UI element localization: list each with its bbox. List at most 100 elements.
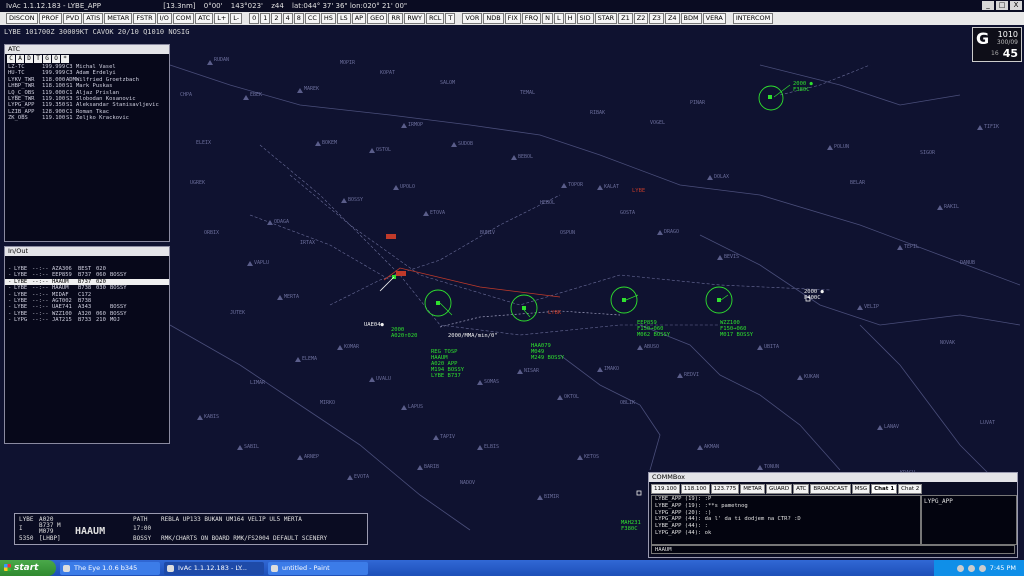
- toolbar-button[interactable]: 2: [271, 13, 282, 24]
- toolbar-button[interactable]: L: [554, 13, 564, 24]
- toolbar-button[interactable]: VOR: [462, 13, 483, 24]
- toolbar-button[interactable]: Z1: [618, 13, 633, 24]
- toolbar-button[interactable]: SID: [576, 13, 594, 24]
- atc-filter[interactable]: T: [34, 55, 42, 63]
- aircraft-label[interactable]: HAA079 M049 M249 BOSSY: [531, 343, 564, 361]
- inout-callsign: JAT215: [52, 317, 72, 324]
- comm-tab[interactable]: GUARD: [766, 484, 793, 494]
- atc-filter[interactable]: O: [52, 55, 60, 63]
- atc-panel[interactable]: ATC C A D T G O * LZ-TC 199.999C3 Michal V…: [4, 44, 170, 242]
- tray-icon[interactable]: [978, 564, 986, 572]
- toolbar-button[interactable]: Z2: [633, 13, 649, 24]
- atc-row[interactable]: ZK_OBS 119.100S1 Zeljko Krackovic: [5, 115, 169, 121]
- toolbar-button[interactable]: DISCON: [6, 13, 38, 24]
- intercom-button[interactable]: INTERCOM: [732, 13, 774, 24]
- toolbar-button[interactable]: 4: [282, 13, 293, 24]
- leader-lines: [439, 84, 791, 318]
- toolbar-button[interactable]: NDB: [483, 13, 504, 24]
- fix-label: DANUB: [960, 260, 976, 266]
- commbox-panel[interactable]: COMMBox 119.100 118.100 123.775 METAR GU…: [648, 472, 1018, 558]
- chat-user[interactable]: LYPG_APP: [922, 496, 1016, 507]
- fix-label: SUDOB: [458, 141, 474, 147]
- toolbar-button[interactable]: L-: [230, 13, 243, 24]
- toolbar-button[interactable]: ATC: [195, 13, 214, 24]
- atc-filter[interactable]: G: [43, 55, 51, 63]
- toolbar-button[interactable]: VERA: [702, 13, 726, 24]
- toolbar-button[interactable]: FIX: [504, 13, 521, 24]
- window-title: IvAc 1.1.12.183 - LYBE_APP: [6, 2, 101, 10]
- chat-log[interactable]: LYBE_APP (19): :P LYBE_APP (19): :**s pa…: [651, 495, 921, 545]
- toolbar-button[interactable]: METAR: [104, 13, 133, 24]
- aircraft-label[interactable]: 2000 ● F400C: [804, 289, 824, 301]
- fix-label: SALOM: [440, 80, 456, 86]
- atc-filter[interactable]: C: [7, 55, 15, 63]
- comm-tab[interactable]: Chat 2: [898, 484, 923, 494]
- aircraft-label[interactable]: REG TOSP HAAUM A020 APP M194 BOSSY LYBE …: [431, 349, 464, 379]
- taskbar-item-active[interactable]: IvAc 1.1.12.183 - LY...: [164, 561, 264, 575]
- toolbar-button[interactable]: 0: [249, 13, 260, 24]
- atc-filter[interactable]: D: [25, 55, 33, 63]
- toolbar-button[interactable]: PVD: [62, 13, 83, 24]
- inout-wp: BOSSY: [110, 285, 127, 292]
- comm-tab[interactable]: METAR: [740, 484, 765, 494]
- atc-filter[interactable]: *: [61, 55, 69, 63]
- atc-name: Zeljko Krackovic: [76, 115, 129, 122]
- inout-row[interactable]: - LYPG --:-- JAT215 B733 210 MOJ: [5, 317, 169, 323]
- inout-panel[interactable]: In/Out - LYBE --:-- AZA306 BEST 020 - LYBE --:-…: [4, 246, 170, 444]
- taskbar-item[interactable]: The Eye 1.0.6 b345: [60, 561, 160, 575]
- toolbar-button[interactable]: FRQ: [521, 13, 542, 24]
- aircraft-label[interactable]: EEP859 F150→060 M062 BOSSY: [637, 320, 670, 338]
- toolbar-button[interactable]: STAR: [594, 13, 618, 24]
- fix-label: REDVI: [684, 372, 700, 378]
- comm-tab[interactable]: 123.775: [710, 484, 740, 494]
- comm-tab[interactable]: 119.100: [651, 484, 680, 494]
- toolbar-button[interactable]: AP: [351, 13, 367, 24]
- flight-strip[interactable]: LYBE I 5350 A020 B737 M M079 [LHBP] HAAU…: [14, 513, 368, 545]
- toolbar-button[interactable]: H: [564, 13, 576, 24]
- toolbar-button[interactable]: L+: [214, 13, 230, 24]
- fix-label: VELIP: [864, 304, 880, 310]
- comm-tab-active[interactable]: Chat 1: [871, 484, 898, 494]
- tray-icon[interactable]: [956, 564, 964, 572]
- toolbar-button[interactable]: 1: [260, 13, 271, 24]
- toolbar-button[interactable]: FSTR: [133, 13, 156, 24]
- aircraft-label[interactable]: MAH231 F380C: [621, 520, 641, 532]
- aircraft-label[interactable]: 2000 ● F380C: [793, 81, 813, 93]
- toolbar-button[interactable]: CC: [304, 13, 320, 24]
- toolbar-button[interactable]: PROF: [38, 13, 62, 24]
- comm-tab[interactable]: BROADCAST: [810, 484, 851, 494]
- comm-tab[interactable]: ATC: [793, 484, 810, 494]
- chat-input[interactable]: HAAUM: [651, 545, 1015, 554]
- toolbar-button[interactable]: GEO: [367, 13, 388, 24]
- toolbar-button[interactable]: Z3: [649, 13, 664, 24]
- toolbar-button[interactable]: N: [542, 13, 554, 24]
- maximize-button[interactable]: □: [996, 1, 1008, 10]
- toolbar-button[interactable]: RCL: [426, 13, 445, 24]
- toolbar-button[interactable]: Z4: [664, 13, 680, 24]
- toolbar-button[interactable]: RWY: [404, 13, 426, 24]
- toolbar-button[interactable]: HS: [320, 13, 336, 24]
- tray-icon[interactable]: [967, 564, 975, 572]
- comm-tab[interactable]: 118.100: [680, 484, 710, 494]
- atc-filter[interactable]: A: [16, 55, 24, 63]
- toolbar-button[interactable]: I/O: [156, 13, 172, 24]
- toolbar-button[interactable]: ATIS: [83, 13, 104, 24]
- aircraft-label[interactable]: WZZ100 F150→060 M017 BOSSY: [720, 320, 753, 338]
- toolbar-button[interactable]: BDM: [680, 13, 702, 24]
- minimize-button[interactable]: _: [982, 1, 994, 10]
- toolbar-button[interactable]: LS: [336, 13, 351, 24]
- strip-route: REBLA UP133 BUKAN UM164 VELIP UL5 MERTA: [161, 516, 302, 523]
- atis-clock-box[interactable]: G 1010 300/09 16 45: [972, 27, 1022, 62]
- close-button[interactable]: X: [1010, 1, 1022, 10]
- comm-tab[interactable]: MSG: [851, 484, 871, 494]
- toolbar-button[interactable]: T: [445, 13, 456, 24]
- aircraft-label-white[interactable]: UAE04●: [364, 322, 384, 328]
- toolbar-button[interactable]: 8: [293, 13, 304, 24]
- windows-taskbar: start The Eye 1.0.6 b345 IvAc 1.1.12.183…: [0, 560, 1024, 576]
- aircraft-label[interactable]: 2000 A020↑020: [391, 327, 418, 339]
- toolbar-button[interactable]: COM: [172, 13, 195, 24]
- start-button[interactable]: start: [0, 560, 56, 576]
- toolbar-button[interactable]: RR: [388, 13, 404, 24]
- chat-user-list[interactable]: LYPG_APP: [921, 495, 1017, 545]
- taskbar-item[interactable]: untitled - Paint: [268, 561, 368, 575]
